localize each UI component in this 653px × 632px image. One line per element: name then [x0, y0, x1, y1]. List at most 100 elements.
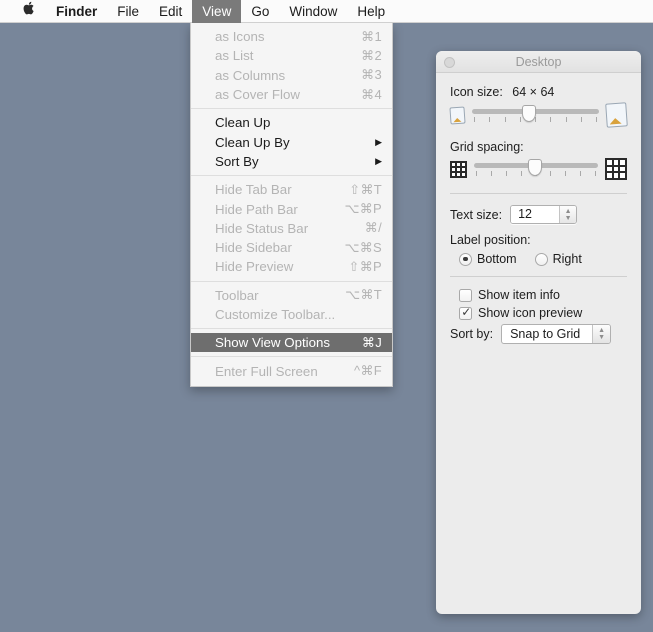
grid-spacing-slider-knob[interactable]	[527, 159, 542, 176]
submenu-arrow-icon: ▶	[375, 155, 382, 166]
text-size-stepper[interactable]: 12 ▲ ▼	[510, 205, 578, 224]
checkbox-show-icon-preview-label: Show icon preview	[478, 306, 583, 320]
menubar-item-edit[interactable]: Edit	[149, 0, 192, 23]
menu-item-label: Customize Toolbar...	[215, 307, 336, 322]
menu-item-clean-up-by[interactable]: Clean Up By ▶	[191, 132, 392, 151]
close-button-icon[interactable]	[444, 57, 455, 68]
menu-item-shortcut: ⌘2	[361, 47, 382, 63]
menu-item-label: Enter Full Screen	[215, 363, 318, 379]
checkbox-show-item-info-icon[interactable]	[459, 288, 472, 302]
menu-item-label: Hide Tab Bar	[215, 182, 292, 198]
menu-item-label: Hide Sidebar	[215, 240, 292, 256]
text-size-row: Text size: 12 ▲ ▼	[450, 205, 627, 224]
grid-spacing-label: Grid spacing:	[450, 140, 524, 154]
menu-item-shortcut: ⌘4	[361, 86, 382, 102]
sort-by-row: Sort by: Snap to Grid ▲ ▼	[450, 324, 627, 344]
menu-item-as-icons[interactable]: as Icons ⌘1	[191, 27, 392, 46]
stepper-down-icon[interactable]: ▼	[565, 215, 572, 222]
icon-size-label: Icon size:	[450, 85, 503, 99]
menu-item-shortcut: ⌘J	[361, 334, 382, 350]
dropdown-chevrons-icon[interactable]: ▲ ▼	[592, 325, 611, 343]
checkbox-show-item-info-label: Show item info	[478, 288, 560, 302]
menu-item-shortcut: ⇧⌘P	[348, 258, 382, 274]
view-dropdown-menu: as Icons ⌘1 as List ⌘2 as Columns ⌘3 as …	[190, 23, 393, 387]
slider-ticks	[474, 117, 597, 123]
menu-item-shortcut: ^⌘F	[354, 363, 382, 379]
icon-size-slider[interactable]	[472, 104, 599, 126]
menu-item-as-columns[interactable]: as Columns ⌘3	[191, 66, 392, 85]
radio-right-icon[interactable]	[534, 252, 548, 266]
menu-item-hide-preview[interactable]: Hide Preview ⇧⌘P	[191, 257, 392, 276]
menu-item-shortcut: ⌘3	[361, 67, 382, 83]
grid-spacing-slider-row	[450, 158, 627, 180]
menu-item-hide-tab-bar[interactable]: Hide Tab Bar ⇧⌘T	[191, 180, 392, 199]
menu-item-shortcut: ⇧⌘T	[349, 181, 382, 197]
menubar-item-file[interactable]: File	[107, 0, 149, 23]
menu-item-clean-up[interactable]: Clean Up	[191, 113, 392, 132]
menu-item-label: as Icons	[215, 29, 265, 45]
menubar-item-window[interactable]: Window	[279, 0, 347, 23]
large-photo-icon	[605, 102, 628, 128]
window-titlebar[interactable]: Desktop	[436, 51, 641, 73]
menubar-item-view[interactable]: View	[192, 0, 242, 23]
menubar-item-help[interactable]: Help	[347, 0, 395, 23]
stepper-buttons[interactable]: ▲ ▼	[559, 206, 577, 223]
chevron-up-icon: ▲	[598, 327, 606, 334]
menu-item-label: Hide Path Bar	[215, 201, 298, 217]
menu-separator	[191, 356, 392, 358]
menubar-item-finder[interactable]: Finder	[46, 0, 107, 23]
sort-by-label: Sort by:	[450, 327, 494, 341]
icon-size-slider-row	[449, 102, 628, 128]
radio-right[interactable]: Right	[534, 252, 582, 266]
chevron-down-icon: ▼	[598, 334, 606, 341]
menu-item-toolbar[interactable]: Toolbar ⌥⌘T	[191, 286, 392, 305]
menu-item-label: Toolbar	[215, 287, 259, 303]
menu-item-label: Show View Options	[215, 335, 331, 351]
large-grid-icon	[605, 158, 627, 180]
menu-item-shortcut: ⌥⌘T	[345, 287, 382, 303]
menu-item-label: Hide Preview	[215, 259, 294, 275]
checkbox-show-icon-preview[interactable]: Show icon preview	[450, 305, 627, 320]
menu-bar: Finder File Edit View Go Window Help	[0, 0, 653, 23]
label-position-label: Label position:	[450, 233, 531, 247]
desktop-screen: Finder File Edit View Go Window Help as …	[0, 0, 653, 632]
menu-item-hide-status-bar[interactable]: Hide Status Bar ⌘/	[191, 219, 392, 238]
menubar-item-go[interactable]: Go	[241, 0, 279, 23]
apple-menu-icon[interactable]	[12, 0, 46, 23]
window-body: Icon size: 64 × 64 Grid spacing: Text si…	[436, 73, 641, 344]
menu-item-as-list[interactable]: as List ⌘2	[191, 46, 392, 65]
menu-item-shortcut: ⌥⌘P	[344, 201, 382, 217]
menu-item-customize-toolbar[interactable]: Customize Toolbar...	[191, 305, 392, 324]
radio-bottom[interactable]: Bottom	[459, 252, 517, 266]
radio-bottom-icon[interactable]	[459, 252, 472, 266]
radio-bottom-label: Bottom	[477, 252, 517, 266]
menu-item-label: Hide Status Bar	[215, 220, 309, 236]
radio-right-label: Right	[552, 252, 582, 266]
menu-item-enter-full-screen[interactable]: Enter Full Screen ^⌘F	[191, 361, 392, 380]
window-title: Desktop	[515, 55, 562, 69]
menu-item-sort-by[interactable]: Sort By ▶	[191, 152, 392, 171]
checkbox-show-item-info[interactable]: Show item info	[450, 288, 627, 302]
menu-separator	[191, 280, 392, 282]
grid-spacing-slider[interactable]	[474, 158, 598, 180]
sort-by-dropdown[interactable]: Snap to Grid ▲ ▼	[501, 324, 612, 344]
menu-item-shortcut: ⌘/	[364, 220, 382, 236]
small-grid-icon	[450, 160, 467, 178]
sort-by-value: Snap to Grid	[510, 327, 581, 341]
menu-item-show-view-options[interactable]: Show View Options ⌘J	[191, 333, 392, 353]
submenu-arrow-icon: ▶	[375, 136, 382, 147]
menu-item-hide-path-bar[interactable]: Hide Path Bar ⌥⌘P	[191, 199, 392, 218]
menu-item-shortcut: ⌥⌘S	[344, 239, 382, 255]
menu-separator	[191, 175, 392, 177]
text-size-value[interactable]: 12	[511, 206, 560, 223]
icon-size-value: 64 × 64	[512, 85, 555, 99]
menu-item-as-cover-flow[interactable]: as Cover Flow ⌘4	[191, 85, 392, 104]
menu-item-hide-sidebar[interactable]: Hide Sidebar ⌥⌘S	[191, 238, 392, 257]
label-position-radio-group: Bottom Right	[450, 252, 627, 266]
menu-separator	[191, 328, 392, 330]
stepper-up-icon[interactable]: ▲	[565, 208, 572, 215]
checkbox-show-icon-preview-icon[interactable]	[459, 305, 472, 320]
menu-item-label: Clean Up By	[215, 134, 290, 150]
menu-item-label: as Cover Flow	[215, 87, 300, 103]
menu-item-label: Sort By	[215, 153, 259, 169]
